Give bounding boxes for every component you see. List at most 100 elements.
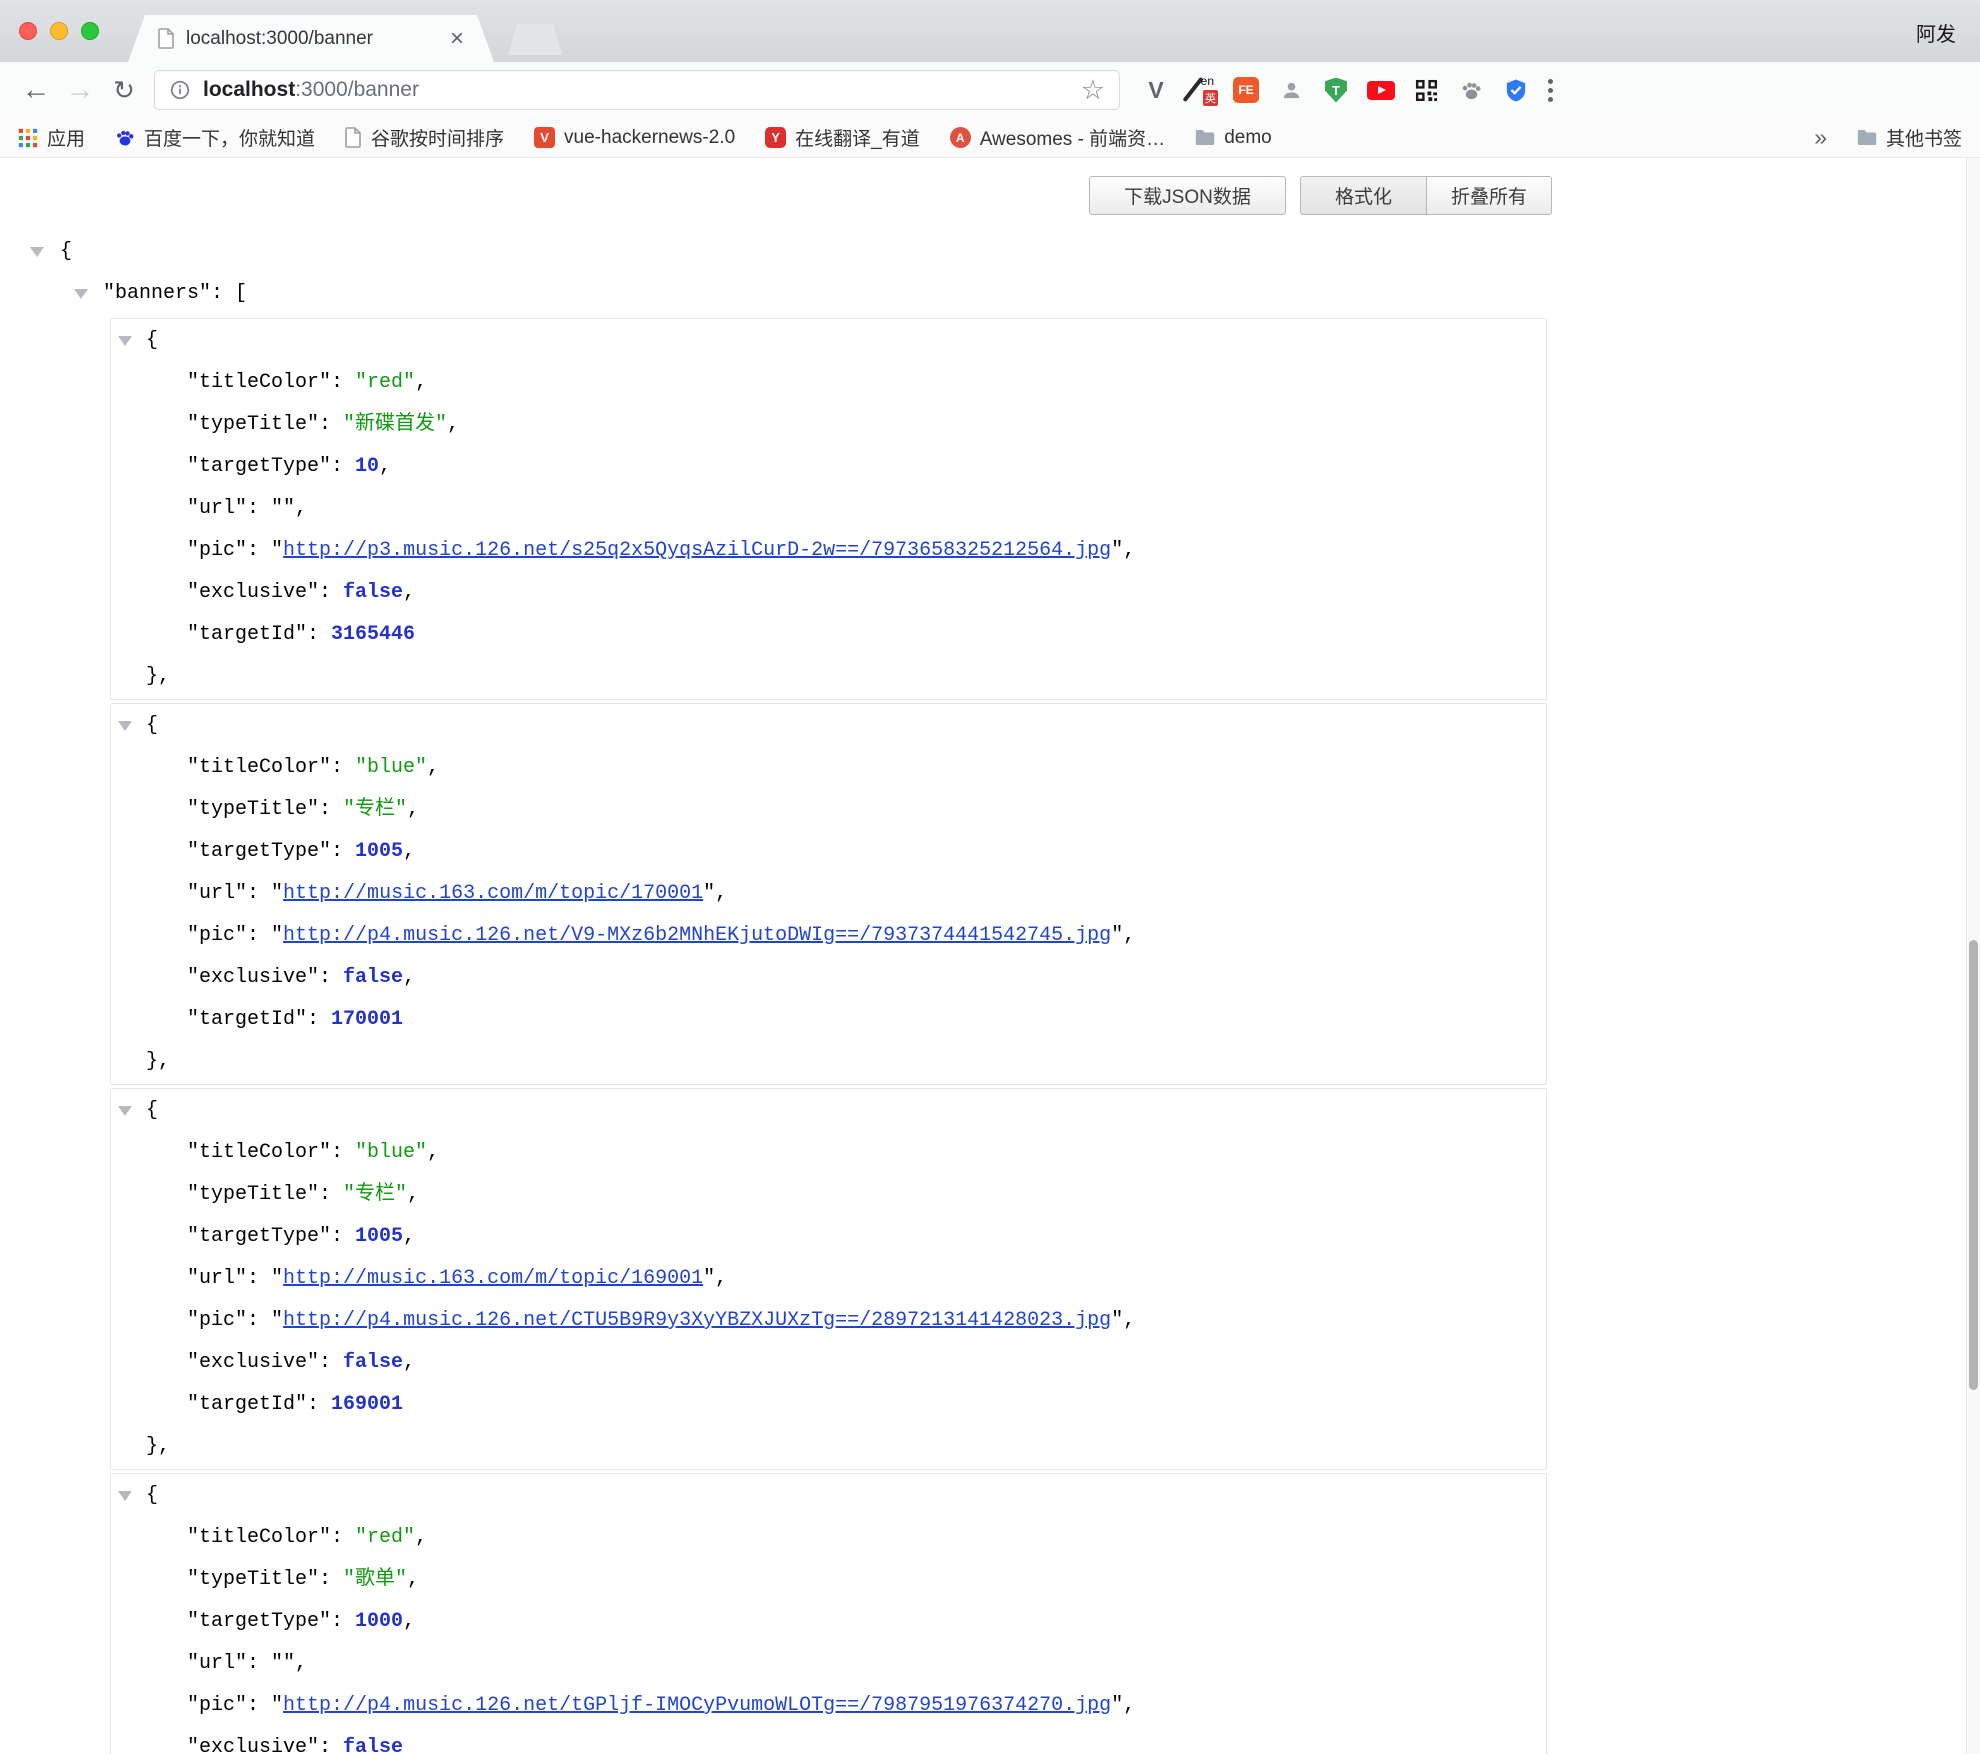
page-content: 下载JSON数据 格式化 折叠所有 {"banners": [{"titleCo… <box>0 158 1980 1754</box>
page-info-icon[interactable] <box>169 79 191 101</box>
bookmark-youdao-translate[interactable]: Y 在线翻译_有道 <box>765 124 920 151</box>
json-line: "targetId": 3165446 <box>111 614 1546 656</box>
quote: " <box>1111 1309 1123 1332</box>
blue-shield-extension-icon[interactable] <box>1502 76 1530 104</box>
bookmark-label: 百度一下，你就知道 <box>144 124 315 151</box>
minimize-window-button[interactable] <box>50 22 68 40</box>
browser-menu-icon[interactable] <box>1548 88 1553 93</box>
bookmark-label: 应用 <box>47 124 85 151</box>
json-line: "titleColor": "blue", <box>111 1132 1546 1174</box>
json-line: "targetId": 170001 <box>111 999 1546 1041</box>
quote: " <box>703 1267 715 1290</box>
bookmark-apps[interactable]: 应用 <box>18 124 85 151</box>
fe-badge: FE <box>1233 77 1259 103</box>
json-line: "typeTitle": "专栏", <box>111 789 1546 831</box>
shield-check-icon <box>1505 78 1527 103</box>
folder-icon <box>1857 129 1877 146</box>
bookmark-label: demo <box>1224 127 1272 149</box>
url-path: :3000/banner <box>295 78 419 101</box>
format-button[interactable]: 格式化 <box>1300 176 1427 215</box>
bookmark-baidu[interactable]: 百度一下，你就知道 <box>115 124 315 151</box>
vimium-extension-icon[interactable]: V <box>1142 76 1170 104</box>
scrollbar-thumb[interactable] <box>1969 940 1978 1390</box>
back-button[interactable]: ← <box>14 76 58 105</box>
collapse-triangle-icon[interactable] <box>118 1491 132 1501</box>
collapse-triangle-icon[interactable] <box>118 721 132 731</box>
json-line: "exclusive": false, <box>111 957 1546 999</box>
json-line: "targetType": 10, <box>111 446 1546 488</box>
scrollbar-track[interactable] <box>1966 158 1980 1754</box>
navigation-toolbar: ← → ↻ localhost:3000/banner ☆ V en 英 FE <box>0 62 1980 118</box>
url-text[interactable]: localhost:3000/banner <box>203 78 419 102</box>
fehelper-extension-icon[interactable]: FE <box>1232 76 1260 104</box>
translate-en-label: en <box>1201 74 1214 88</box>
json-line: }, <box>111 1041 1546 1083</box>
bookmarks-overflow-chevron[interactable]: » <box>1814 124 1827 151</box>
qr-icon <box>1415 79 1438 102</box>
json-string: "red" <box>355 1526 415 1549</box>
tab-title: localhost:3000/banner <box>186 28 450 50</box>
json-number: 170001 <box>331 1008 403 1031</box>
json-string: "新碟首发" <box>343 413 447 436</box>
json-line: "url": "http://music.163.com/m/topic/170… <box>111 873 1546 915</box>
green-shield-extension-icon[interactable]: T <box>1322 76 1350 104</box>
json-line: { <box>0 231 1980 273</box>
translate-cn-label: 英 <box>1203 90 1218 106</box>
download-json-button[interactable]: 下载JSON数据 <box>1089 176 1286 215</box>
reload-button[interactable]: ↻ <box>102 77 146 103</box>
qrcode-extension-icon[interactable] <box>1412 76 1440 104</box>
maximize-window-button[interactable] <box>81 22 99 40</box>
url-host: localhost <box>203 78 295 101</box>
json-string: "blue" <box>355 756 427 779</box>
browser-tab[interactable]: localhost:3000/banner × <box>128 15 494 62</box>
json-object-box: {"titleColor": "blue","typeTitle": "专栏",… <box>110 1088 1547 1470</box>
json-link[interactable]: http://music.163.com/m/topic/170001 <box>283 882 703 905</box>
bookmark-folder-demo[interactable]: demo <box>1195 127 1272 149</box>
json-link[interactable]: http://p4.music.126.net/V9-MXz6b2MNhEKju… <box>283 924 1111 947</box>
json-link[interactable]: http://p4.music.126.net/tGPljf-IMOCyPvum… <box>283 1694 1111 1717</box>
json-empty-string: "" <box>271 1652 295 1675</box>
bookmark-other-bookmarks[interactable]: 其他书签 <box>1857 124 1962 151</box>
json-line: }, <box>111 656 1546 698</box>
collapse-triangle-icon[interactable] <box>74 289 88 299</box>
bookmark-awesomes[interactable]: A Awesomes - 前端资… <box>950 124 1165 151</box>
json-link[interactable]: http://p4.music.126.net/CTU5B9R9y3XyYBZX… <box>283 1309 1111 1332</box>
json-number: 3165446 <box>331 623 415 646</box>
new-tab-button[interactable] <box>508 24 562 55</box>
shield-letter: T <box>1325 78 1347 103</box>
bookmark-google-sort[interactable]: 谷歌按时间排序 <box>345 124 504 151</box>
bookmark-star-icon[interactable]: ☆ <box>1081 77 1105 104</box>
collapse-all-button[interactable]: 折叠所有 <box>1427 176 1552 215</box>
json-line: "targetType": 1005, <box>111 1216 1546 1258</box>
json-line: "url": "", <box>111 488 1546 530</box>
address-bar[interactable]: localhost:3000/banner ☆ <box>154 70 1120 110</box>
json-boolean: false <box>343 581 403 604</box>
paw-extension-icon[interactable] <box>1457 76 1485 104</box>
close-window-button[interactable] <box>19 22 37 40</box>
collapse-triangle-icon[interactable] <box>118 336 132 346</box>
bookmark-label: 谷歌按时间排序 <box>371 124 504 151</box>
json-link[interactable]: http://p3.music.126.net/s25q2x5QyqsAzilC… <box>283 539 1111 562</box>
json-line: "url": "", <box>111 1643 1546 1685</box>
awesomes-icon: A <box>950 127 971 148</box>
json-boolean: false <box>343 1736 403 1754</box>
translate-extension-icon[interactable]: en 英 <box>1187 76 1215 104</box>
person-extension-icon[interactable] <box>1277 76 1305 104</box>
json-link[interactable]: http://music.163.com/m/topic/169001 <box>283 1267 703 1290</box>
json-line: "typeTitle": "专栏", <box>111 1174 1546 1216</box>
json-line: { <box>111 1090 1546 1132</box>
traffic-lights <box>19 22 99 40</box>
profile-name[interactable]: 阿发 <box>1916 18 1956 47</box>
bookmark-label: vue-hackernews-2.0 <box>564 127 735 149</box>
collapse-triangle-icon[interactable] <box>30 247 44 257</box>
bookmark-vue-hackernews[interactable]: V vue-hackernews-2.0 <box>534 127 735 149</box>
collapse-triangle-icon[interactable] <box>118 1106 132 1116</box>
json-line: "targetType": 1000, <box>111 1601 1546 1643</box>
json-number: 1000 <box>355 1610 403 1633</box>
json-line: "exclusive": false, <box>111 1342 1546 1384</box>
vue-icon: V <box>534 127 555 148</box>
json-boolean: false <box>343 966 403 989</box>
youtube-extension-icon[interactable] <box>1367 76 1395 104</box>
quote: " <box>271 924 283 947</box>
tab-close-icon[interactable]: × <box>450 27 464 51</box>
